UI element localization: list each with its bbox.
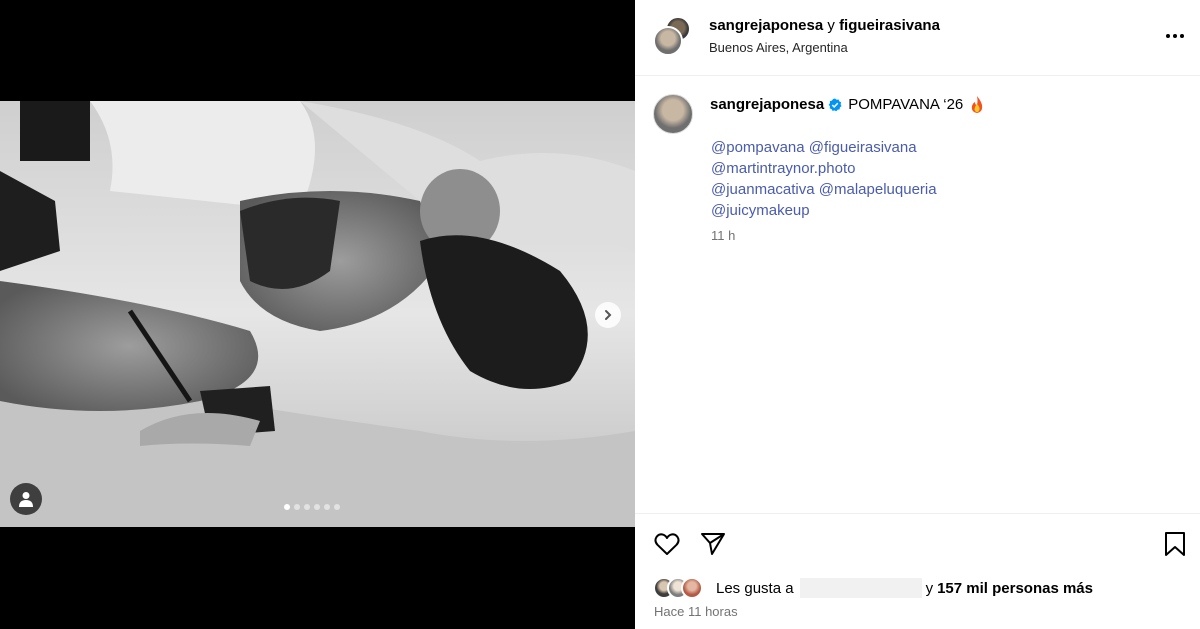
likes-prefix: Les gusta a: [716, 579, 794, 597]
photo-illustration: [0, 101, 635, 527]
post-header: sangrejaponesa y figueirasivana Buenos A…: [635, 0, 1200, 76]
post-actions: Les gusta a y 157 mil personas más Hace …: [635, 513, 1200, 629]
next-photo-button[interactable]: [595, 302, 621, 328]
heart-icon[interactable]: [653, 530, 681, 558]
likes-count-link[interactable]: 157 mil personas más: [937, 580, 1093, 597]
redacted-username: [799, 578, 922, 598]
carousel-dot: [334, 504, 340, 510]
post-photo[interactable]: [0, 101, 635, 527]
verified-badge-icon: [828, 98, 842, 111]
authors-connector: y: [827, 17, 835, 34]
caption-timestamp[interactable]: 11 h: [711, 228, 735, 243]
mention-link[interactable]: @malapeluqueria: [819, 181, 937, 198]
caption-text: POMPAVANA ‘26: [848, 96, 964, 113]
mention-link[interactable]: @pompavana: [711, 139, 805, 156]
user-icon: [19, 492, 33, 507]
collab-avatars[interactable]: [653, 16, 693, 56]
liker-avatars: [653, 577, 711, 599]
avatar: [681, 577, 703, 599]
fire-emoji-icon: [972, 96, 983, 113]
carousel-dot: [294, 504, 300, 510]
collaborator-link[interactable]: figueirasivana: [839, 17, 940, 34]
likes-summary: Les gusta a y 157 mil personas más: [653, 577, 1093, 599]
likes-connector: y: [925, 579, 934, 597]
author-link[interactable]: sangrejaponesa: [709, 17, 823, 34]
bookmark-icon[interactable]: [1162, 530, 1188, 558]
send-icon[interactable]: [699, 530, 727, 558]
caption-first-line: sangrejaponesa POMPAVANA ‘26: [710, 96, 984, 113]
carousel-dot: [284, 504, 290, 510]
avatar: [653, 26, 683, 56]
tagged-users-button[interactable]: [10, 483, 42, 515]
mention-link[interactable]: @figueirasivana: [809, 139, 917, 156]
caption-mentions: @pompavana @figueirasivana @martintrayno…: [711, 137, 937, 221]
carousel-dot: [314, 504, 320, 510]
location-link[interactable]: Buenos Aires, Argentina: [709, 40, 848, 55]
mention-link[interactable]: @juicymakeup: [711, 202, 810, 219]
mention-link[interactable]: @juanmacativa: [711, 181, 815, 198]
carousel-indicator: [284, 504, 340, 510]
caption-author-link[interactable]: sangrejaponesa: [710, 96, 824, 113]
more-options-button[interactable]: [1163, 26, 1187, 46]
carousel-dot: [304, 504, 310, 510]
chevron-right-icon: [605, 310, 612, 320]
mention-link[interactable]: @martintraynor.photo: [711, 160, 855, 177]
more-horizontal-icon: [1166, 34, 1170, 38]
post-side-panel: sangrejaponesa y figueirasivana Buenos A…: [635, 0, 1200, 629]
avatar[interactable]: [653, 94, 693, 134]
post-authors: sangrejaponesa y figueirasivana: [709, 17, 940, 34]
carousel-dot: [324, 504, 330, 510]
post-media-area: [0, 0, 635, 629]
post-timestamp[interactable]: Hace 11 horas: [654, 604, 738, 619]
